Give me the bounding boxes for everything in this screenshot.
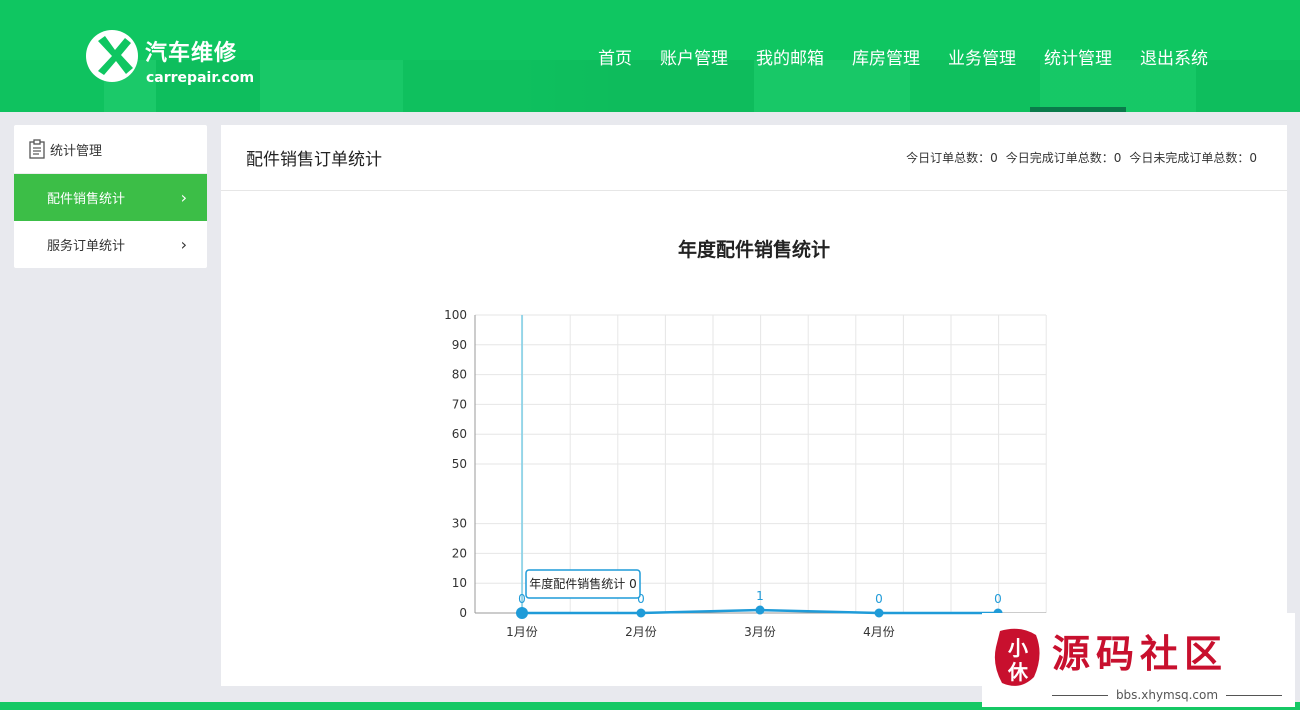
seal-char-1: 小 [1008,636,1028,660]
y-tick-label: 90 [452,338,467,352]
y-tick-label: 30 [452,517,467,531]
data-point [755,605,765,615]
x-tick-label: 3月份 [744,625,776,639]
wrench-logo-icon[interactable] [84,27,140,85]
watermark-url: bbs.xhymsq.com [1115,688,1219,702]
y-tick-label: 70 [452,397,467,411]
logo-domain[interactable]: carrepair.com [146,70,254,86]
x-tick-label: 4月份 [863,625,895,639]
data-point [636,608,646,618]
nav-item-2[interactable]: 我的邮箱 [742,0,838,112]
sidebar-item-label: 服务订单统计 [47,239,126,254]
header-bar: 汽车维修 carrepair.com 首页 账户管理 我的邮箱 库房管理 业务管理 统计管… [0,0,1300,112]
nav-item-4[interactable]: 业务管理 [934,0,1030,112]
data-point [874,608,884,618]
sidebar: 统计管理 配件销售统计 › 服务订单统计 › [14,125,207,268]
y-tick-label: 60 [452,427,467,441]
y-tick-label: 0 [459,606,467,620]
data-point [516,607,528,619]
watermark-title: 源码社区 [1052,631,1229,676]
watermark: 小 休 源码社区 bbs.xhymsq.com [982,613,1295,707]
main-panel: 配件销售订单统计 今日订单总数：0 今日完成订单总数：0 今日未完成订单总数：0… [221,125,1287,686]
nav-item-0[interactable]: 首页 [584,0,646,112]
data-label: 0 [518,592,526,606]
x-tick-label: 2月份 [625,625,657,639]
top-nav: 首页 账户管理 我的邮箱 库房管理 业务管理 统计管理 退出系统 [584,0,1222,112]
sidebar-header: 统计管理 [14,125,207,174]
data-label: 0 [994,592,1002,606]
y-tick-label: 100 [444,308,467,322]
seal-logo-icon: 小 休 [994,628,1040,686]
y-tick-label: 10 [452,576,467,590]
y-tick-label: 50 [452,457,467,471]
chart-tooltip-text: 年度配件销售统计 0 [529,576,636,591]
data-label: 0 [875,592,883,606]
divider [1226,694,1282,696]
sidebar-item-parts-sales[interactable]: 配件销售统计 › [14,174,207,221]
watermark-url-row: bbs.xhymsq.com [1052,688,1282,702]
nav-item-1[interactable]: 账户管理 [646,0,742,112]
line-chart: 010203050607080901001月份2月份3月份4月份5月份00100… [444,308,1047,639]
data-label: 1 [756,589,764,603]
sidebar-title: 统计管理 [50,143,103,159]
seal-char-2: 休 [1007,660,1029,684]
y-tick-label: 20 [452,546,467,560]
nav-item-6[interactable]: 退出系统 [1126,0,1222,112]
chevron-right-icon: › [180,235,187,254]
logo-title[interactable]: 汽车维修 [145,35,237,67]
sidebar-item-label: 配件销售统计 [47,192,126,207]
x-tick-label: 1月份 [506,625,538,639]
sidebar-item-service-orders[interactable]: 服务订单统计 › [14,221,207,268]
chevron-right-icon: › [180,188,187,207]
clipboard-icon [29,139,45,159]
y-tick-label: 80 [452,368,467,382]
divider [1052,694,1108,696]
nav-item-3[interactable]: 库房管理 [838,0,934,112]
nav-item-5[interactable]: 统计管理 [1030,0,1126,112]
